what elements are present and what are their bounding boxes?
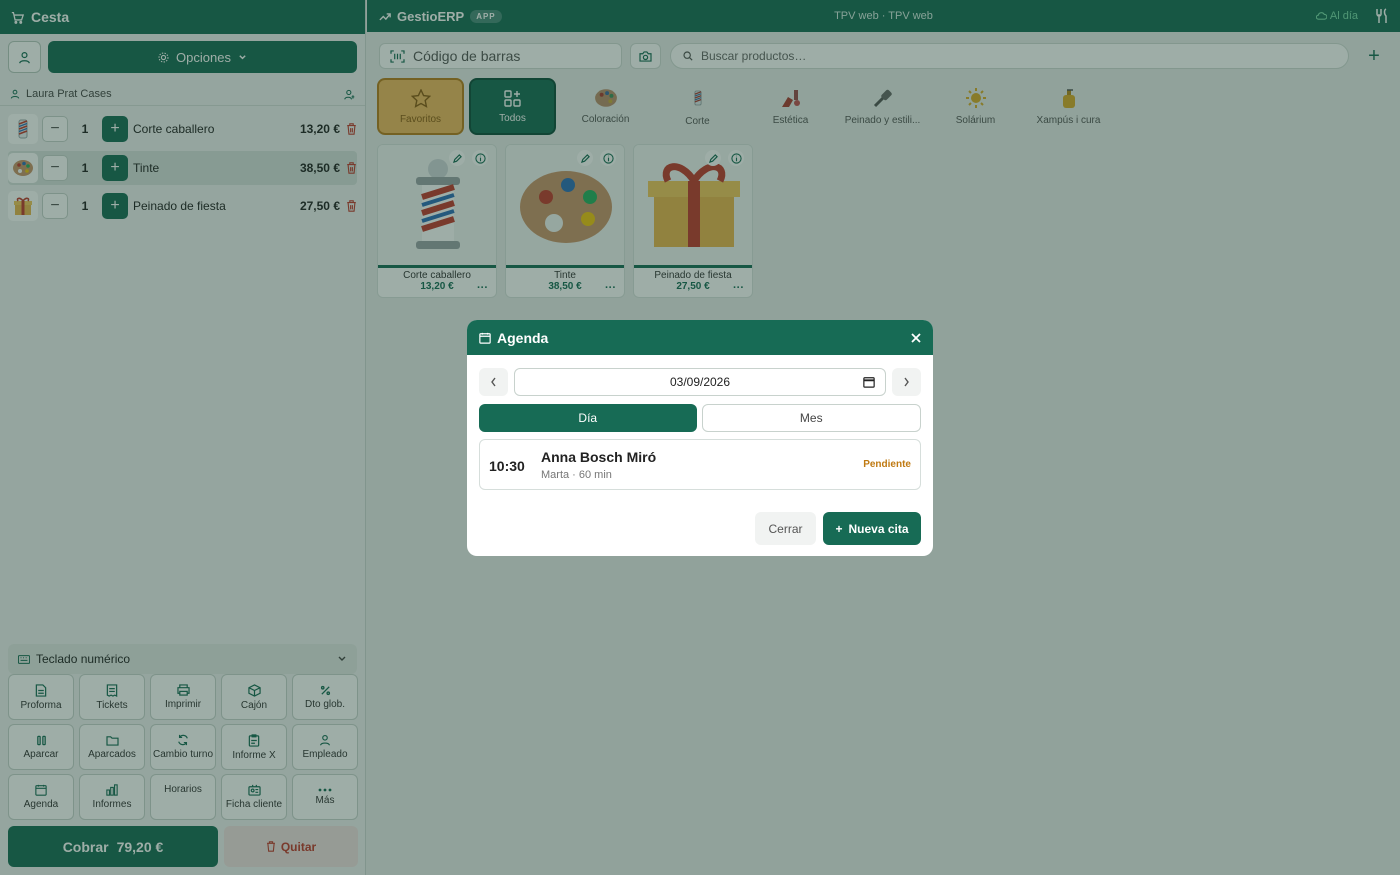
- dialog-title: Agenda: [497, 329, 549, 346]
- agenda-dialog: Agenda 03/09/2026 Día Mes 10:30 Anna Bos…: [467, 320, 933, 556]
- close-button[interactable]: Cerrar: [755, 512, 816, 545]
- dialog-header: Agenda: [467, 320, 933, 355]
- tab-month[interactable]: Mes: [701, 404, 921, 432]
- close-icon[interactable]: [911, 332, 921, 343]
- status-badge: Pendiente: [863, 459, 911, 470]
- calendar-picker-icon[interactable]: [863, 376, 875, 388]
- date-navigation: 03/09/2026: [479, 368, 921, 396]
- tab-day[interactable]: Día: [479, 404, 697, 432]
- next-day-button[interactable]: [892, 368, 921, 396]
- new-appointment-label: Nueva cita: [848, 521, 909, 536]
- new-appointment-button[interactable]: + Nueva cita: [823, 512, 921, 545]
- appointment-detail: Marta · 60 min: [541, 469, 612, 481]
- previous-day-button[interactable]: [479, 368, 508, 396]
- plus-icon: +: [835, 521, 843, 536]
- view-tabs: Día Mes: [479, 404, 921, 432]
- chevron-right-icon: [904, 377, 909, 387]
- date-input[interactable]: 03/09/2026: [514, 368, 886, 396]
- date-value: 03/09/2026: [669, 375, 731, 389]
- calendar-icon: [479, 332, 491, 344]
- appointment-time: 10:30: [489, 458, 525, 474]
- chevron-left-icon: [491, 377, 496, 387]
- appointment-item[interactable]: 10:30 Anna Bosch Miró Marta · 60 min Pen…: [479, 439, 921, 490]
- appointment-client: Anna Bosch Miró: [541, 449, 657, 465]
